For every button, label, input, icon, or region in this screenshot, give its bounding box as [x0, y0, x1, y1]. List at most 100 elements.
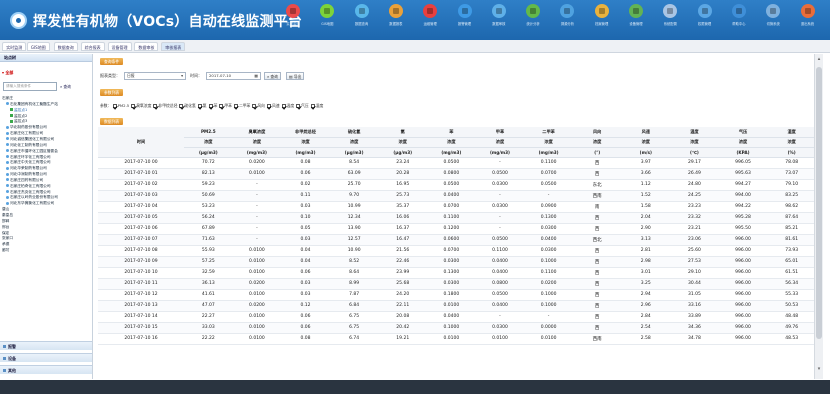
row-time-cell: 2017-07-10 16: [98, 333, 184, 345]
nav-item[interactable]: GIS地图: [310, 4, 344, 38]
tab[interactable]: 实时监测: [2, 42, 27, 51]
tab[interactable]: 数据审核: [134, 42, 159, 51]
time-input[interactable]: 2017-07-10 ▦: [206, 72, 261, 80]
param-checkbox[interactable]: 氨: [197, 101, 207, 110]
table-row: 2017-07-10 15 33.03 0.0100 0.06 6.75 20.42 0.1…: [98, 322, 816, 334]
table-row: 2017-07-10 06 67.89-0.05 13.90 16.37 0.1200-…: [98, 223, 816, 235]
nav-item[interactable]: 运维管理: [413, 4, 447, 38]
nav-item[interactable]: 报警管理: [448, 4, 482, 38]
param-checkbox[interactable]: 风速: [266, 101, 280, 110]
tab[interactable]: 数据查询: [53, 42, 78, 51]
column-header-unit: (mg/m3): [295, 149, 316, 155]
param-checkbox[interactable]: 气压: [296, 101, 309, 110]
table-row: 2017-07-10 02 59.23-0.02 25.70 16.95 0.0500 0…: [98, 179, 816, 191]
table-cell: 50.69: [184, 190, 233, 202]
table-scrollbar[interactable]: ▴ ▾: [814, 54, 823, 379]
nav-icon: [766, 4, 781, 18]
nav-item[interactable]: 溯源分析: [550, 4, 584, 38]
nav-item[interactable]: 系统配置: [653, 4, 687, 38]
table-cell: 2.81: [621, 245, 671, 257]
tree-item-label: 石家庄: [2, 96, 14, 100]
sidebar-accordion[interactable]: 其他: [0, 365, 92, 374]
nav-item[interactable]: 设备管理: [619, 4, 653, 38]
nav-item[interactable]: 退出系统: [791, 4, 825, 38]
report-type-select[interactable]: 日报 ▾: [124, 72, 186, 80]
sidebar-accordion[interactable]: 报警: [0, 341, 92, 350]
param-checkbox[interactable]: 风向: [252, 101, 265, 110]
nav-label: 设备管理: [629, 22, 643, 26]
nav-item[interactable]: 数据报表: [379, 4, 413, 38]
search-icon: ⌕: [60, 84, 63, 89]
scroll-thumb[interactable]: [816, 67, 822, 339]
table-cell: 0.0100: [427, 300, 476, 312]
tree-item-label: 石家庄市循环化工园区管委会: [10, 148, 58, 153]
nav-item[interactable]: 切换系统: [756, 4, 790, 38]
export-button[interactable]: ▤ 导出: [286, 72, 305, 80]
tree-item-label: 邯郸: [2, 218, 10, 223]
table-cell: 98.62: [767, 201, 816, 213]
site-search-button[interactable]: ⌕ 查询: [60, 82, 88, 91]
column-header-name: 氨: [400, 128, 405, 134]
param-checkbox[interactable]: 非甲烷总烃: [153, 101, 177, 110]
column-header-unit: (μg/m3): [198, 149, 218, 155]
sidebar-accordion[interactable]: 设备: [0, 353, 92, 362]
table-cell: 55.93: [184, 245, 233, 257]
table-cell: 0.1000: [524, 289, 573, 301]
column-header-name: 非甲烷总烃: [295, 128, 316, 134]
scroll-down-icon[interactable]: ▾: [816, 366, 822, 372]
column-header: (μg/m3): [329, 147, 379, 158]
table-cell: 994.00: [718, 190, 768, 202]
site-search-input[interactable]: 请输入搜索条件: [3, 82, 57, 91]
tab[interactable]: 审核报表: [161, 42, 186, 51]
tab[interactable]: 综合报表: [80, 42, 105, 51]
table-cell: 西: [572, 157, 622, 169]
query-button[interactable]: ⌕ 查询: [264, 72, 281, 80]
param-checkbox[interactable]: PM2.5: [112, 101, 129, 110]
param-checkbox[interactable]: 温度: [281, 101, 294, 110]
table-cell: 0.0100: [232, 267, 282, 279]
nav-item[interactable]: 数据审核: [482, 4, 516, 38]
nav-icon: [286, 4, 300, 18]
nav-item[interactable]: 统计分析: [516, 4, 550, 38]
column-header-name: 风速: [641, 128, 650, 134]
table-cell: 57.25: [184, 256, 233, 268]
table-cell: 78.08: [767, 157, 816, 169]
table-cell: 25.60: [670, 245, 719, 257]
param-checkbox[interactable]: 湿度: [310, 101, 323, 110]
query-panel-title: 查询条件: [100, 58, 124, 65]
table-panel-title: 数据列表: [100, 118, 124, 125]
nav-item[interactable]: 档案管理: [585, 4, 619, 38]
nav-item[interactable]: 帮助中心: [722, 4, 756, 38]
param-checkbox[interactable]: 苯: [208, 101, 217, 110]
scroll-up-icon[interactable]: ▴: [816, 56, 822, 62]
tree-item-label: 廊坊: [2, 248, 10, 253]
nav-icon: [560, 4, 575, 18]
tree-item-label: 张家口: [2, 236, 14, 241]
nav-item[interactable]: 实时监测: [276, 4, 310, 38]
column-header: 浓度: [378, 137, 428, 148]
table-cell: 82.13: [184, 168, 233, 180]
column-header-unit: (mg/m3): [489, 149, 510, 155]
checkbox-checked-icon: [233, 104, 238, 108]
param-checkbox[interactable]: 臭氧浓度: [131, 101, 151, 110]
table-cell: 8.54: [329, 157, 379, 169]
time-column-header: 时间: [98, 127, 184, 158]
export-button-label: 导出: [293, 74, 302, 79]
nav-item[interactable]: 权限管理: [688, 4, 722, 38]
table-cell: 西南: [572, 333, 622, 345]
tab[interactable]: 设备管理: [107, 42, 132, 51]
param-checkbox[interactable]: 二甲苯: [233, 101, 250, 110]
table-cell: 25.70: [329, 179, 379, 191]
tree-item-label: 石家庄杰克化工有限公司: [10, 189, 51, 194]
nav-item[interactable]: 数据查询: [345, 4, 379, 38]
site-icon: [6, 160, 9, 164]
table-cell: 0.0700: [524, 168, 573, 180]
param-checkbox[interactable]: 硫化氢: [179, 101, 196, 110]
tree-item[interactable]: 廊坊: [0, 247, 92, 253]
param-checkbox[interactable]: 甲苯: [219, 101, 232, 110]
table-cell: 0.1000: [427, 322, 476, 334]
sidebar-scope[interactable]: ▾ 全部: [2, 69, 91, 77]
tab[interactable]: GIS地图: [26, 42, 50, 51]
column-header-sub: 浓度: [398, 139, 407, 144]
tree-item-label: 石家庄柏奇化工有限公司: [10, 183, 51, 188]
